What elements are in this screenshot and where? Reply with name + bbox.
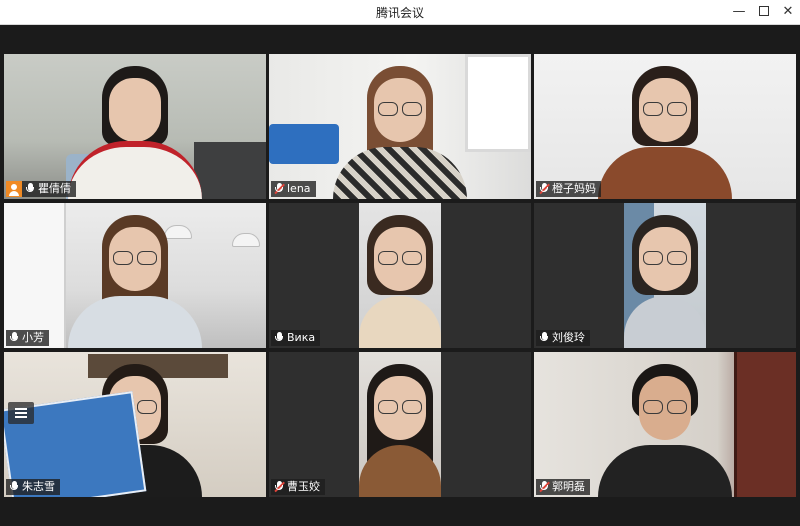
- microphone-icon: [9, 481, 19, 493]
- glasses: [376, 102, 424, 116]
- participant-name: 橙子妈妈: [552, 182, 596, 195]
- participant-name-tag: 刘俊玲: [536, 330, 590, 346]
- participant-person: [60, 203, 210, 348]
- video-tile[interactable]: Вика: [269, 203, 531, 348]
- video-feed: [624, 203, 706, 348]
- participant-name: 朱志雪: [22, 480, 55, 493]
- glasses: [376, 400, 424, 414]
- participant-person: [359, 203, 441, 348]
- video-tile-active-speaker[interactable]: 朱志雪: [4, 352, 266, 497]
- glasses: [641, 102, 689, 116]
- video-tile[interactable]: 曹玉姣: [269, 352, 531, 497]
- minimize-button[interactable]: —: [726, 2, 752, 22]
- participant-name: 刘俊玲: [552, 331, 585, 344]
- video-feed: [269, 54, 531, 199]
- participant-name: 瞿倩倩: [38, 182, 71, 195]
- participant-name-tag: lena: [271, 181, 316, 197]
- video-feed: [4, 203, 266, 348]
- maximize-icon: [759, 6, 769, 16]
- participant-name-tag: 小芳: [6, 330, 49, 346]
- host-person-icon: [6, 181, 22, 197]
- microphone-muted-icon: [539, 481, 550, 493]
- meeting-window: 腾讯会议 — ✕ 瞿倩倩 lena 橙子妈妈 小芳 Вика 刘俊玲 朱志雪 曹…: [0, 0, 800, 526]
- participant-name-tag: 朱志雪: [6, 479, 60, 495]
- video-tile[interactable]: 刘俊玲: [534, 203, 796, 348]
- video-tile[interactable]: 橙子妈妈: [534, 54, 796, 199]
- glasses: [376, 251, 424, 265]
- microphone-muted-icon: [274, 183, 285, 195]
- participant-name-tag: Вика: [271, 330, 321, 346]
- participant-person: [590, 352, 740, 497]
- participant-name: 曹玉姣: [287, 480, 320, 493]
- video-feed: [359, 203, 441, 348]
- participant-name: Вика: [287, 331, 316, 344]
- video-tile[interactable]: 郭明磊: [534, 352, 796, 497]
- window-title: 腾讯会议: [375, 6, 424, 20]
- close-button[interactable]: ✕: [775, 2, 800, 22]
- title-bar: 腾讯会议 — ✕: [0, 0, 800, 25]
- menu-icon[interactable]: [8, 402, 34, 424]
- participant-person: [624, 203, 706, 348]
- video-feed: [4, 352, 266, 497]
- microphone-icon: [25, 183, 35, 195]
- maximize-button[interactable]: [751, 2, 777, 22]
- participant-person: [590, 54, 740, 199]
- microphone-muted-icon: [539, 183, 550, 195]
- microphone-icon: [9, 332, 19, 344]
- video-feed: [534, 352, 796, 497]
- glasses: [641, 400, 689, 414]
- participant-person: [325, 54, 475, 199]
- video-tile[interactable]: 瞿倩倩: [4, 54, 266, 199]
- video-tile[interactable]: lena: [269, 54, 531, 199]
- participant-person: [359, 352, 441, 497]
- participant-name: 小芳: [22, 331, 44, 344]
- participant-name: 郭明磊: [552, 480, 585, 493]
- participant-person: [60, 54, 210, 199]
- glasses: [641, 251, 689, 265]
- video-feed: [534, 54, 796, 199]
- microphone-muted-icon: [274, 481, 285, 493]
- participant-name: lena: [287, 182, 311, 195]
- video-feed: [359, 352, 441, 497]
- participant-name-tag: 郭明磊: [536, 479, 590, 495]
- participant-name-tag: 橙子妈妈: [536, 181, 601, 197]
- microphone-icon: [274, 332, 284, 344]
- participant-name-tag: 瞿倩倩: [6, 181, 76, 197]
- glasses: [111, 251, 159, 265]
- participant-name-tag: 曹玉姣: [271, 479, 325, 495]
- video-grid: 瞿倩倩 lena 橙子妈妈 小芳 Вика 刘俊玲 朱志雪 曹玉姣 郭明磊: [0, 50, 800, 500]
- video-feed: [4, 54, 266, 199]
- microphone-icon: [539, 332, 549, 344]
- video-tile[interactable]: 小芳: [4, 203, 266, 348]
